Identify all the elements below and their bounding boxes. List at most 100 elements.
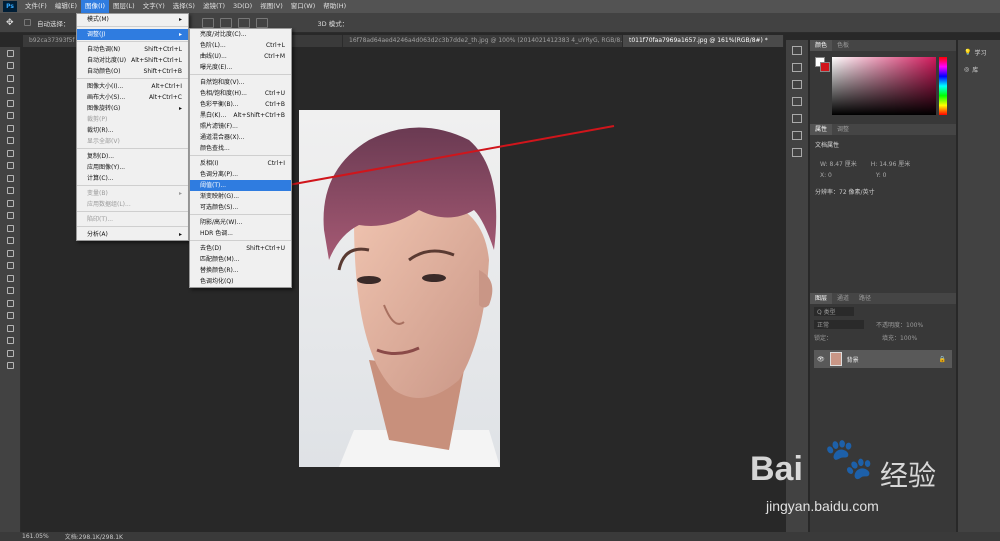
width-value[interactable]: W: 8.47 厘米 (820, 159, 857, 168)
paw-logo-icon: 🐾 (824, 436, 874, 482)
menu-item[interactable]: 调整(J) ▸ (77, 29, 188, 40)
menu-item[interactable]: 模式(M) ▸ (77, 14, 188, 25)
menu-item[interactable]: 自然饱和度(V)... (190, 77, 291, 88)
tab-swatches[interactable]: 色板 (832, 40, 854, 51)
menu-item[interactable]: 应用图像(Y)... (77, 162, 188, 173)
menu-item-shortcut: Shift+Ctrl+L (144, 46, 182, 53)
menu-item[interactable]: 反相(I) Ctrl+I (190, 158, 291, 169)
menu-item[interactable]: 应用数据组(L)... (77, 199, 188, 210)
menu-item-label: 显示全部(V) (87, 138, 120, 145)
menu-item-label: 去色(D) (200, 245, 222, 252)
menu-item-label: 变量(B) (87, 190, 108, 197)
layers-tabs: 图层 通道 路径 (810, 293, 956, 304)
menu-item[interactable]: 色彩平衡(B)... Ctrl+B (190, 99, 291, 110)
lock-label: 锁定： (814, 335, 833, 342)
menu-item[interactable]: 匹配颜色(M)... (190, 254, 291, 265)
menu-item-label: 陷印(T)... (87, 216, 114, 223)
menu-item[interactable]: 阈值(T)... (190, 180, 291, 191)
eye-icon[interactable]: 👁 (817, 356, 825, 363)
tab-color[interactable]: 颜色 (810, 40, 833, 51)
menu-item-label: 自动色调(N) (87, 46, 121, 53)
menu-item[interactable]: 色调均化(Q) (190, 276, 291, 287)
menu-item[interactable]: 自动色调(N) Shift+Ctrl+L (77, 44, 188, 55)
menu-item[interactable]: 黑白(K)... Alt+Shift+Ctrl+B (190, 110, 291, 121)
tab-paths[interactable]: 路径 (854, 293, 876, 304)
menu-item[interactable]: 变量(B) ▸ (77, 188, 188, 199)
menu-item[interactable]: 曲线(U)... Ctrl+M (190, 51, 291, 62)
menu-item[interactable]: 自动对比度(U) Alt+Shift+Ctrl+L (77, 55, 188, 66)
background-swatch[interactable] (820, 62, 830, 72)
menu-item[interactable]: 复制(D)... (77, 151, 188, 162)
history-icon[interactable] (792, 46, 802, 55)
menu-item[interactable]: 替换颜色(R)... (190, 265, 291, 276)
tab-properties[interactable]: 属性 (810, 124, 833, 135)
menu-item[interactable]: 颜色查找... (190, 143, 291, 154)
menu-item[interactable]: 渐变映射(G)... (190, 191, 291, 202)
color-panel (810, 51, 956, 122)
menu-item-label: HDR 色调... (200, 230, 233, 237)
menu-item[interactable]: 可选颜色(S)... (190, 202, 291, 213)
menu-item[interactable]: 计算(C)... (77, 173, 188, 184)
menu-item-label: 可选颜色(S)... (200, 204, 239, 211)
menu-item[interactable]: 裁剪(P) (77, 114, 188, 125)
menu-item[interactable]: 亮度/对比度(C)... (190, 29, 291, 40)
layer-row-background[interactable]: 👁 背景 🔒 (814, 350, 952, 368)
menu-item[interactable]: 阴影/高光(W)... (190, 217, 291, 228)
menu-item-label: 匹配颜色(M)... (200, 256, 240, 263)
baidu-watermark: Bai 🐾 经验 jingyan.baidu.com (740, 430, 1000, 530)
tab-layers[interactable]: 图层 (810, 293, 833, 304)
watermark-url: jingyan.baidu.com (766, 498, 879, 514)
menu-item-label: 自动对比度(U) (87, 57, 127, 64)
menu-item-label: 色彩平衡(B)... (200, 101, 239, 108)
opacity-field[interactable]: 不透明度：100% (876, 320, 923, 329)
menu-item[interactable]: 分析(A) ▸ (77, 229, 188, 240)
play-icon[interactable] (792, 63, 802, 72)
libraries-item[interactable]: ◎ 库 (964, 65, 1000, 74)
menu-item[interactable]: 裁切(R)... (77, 125, 188, 136)
zoom-level[interactable]: 161.05% (22, 533, 49, 540)
hue-slider[interactable] (939, 57, 947, 115)
menu-item[interactable]: 去色(D) Shift+Ctrl+U (190, 243, 291, 254)
menu-item[interactable]: 色阶(L)... Ctrl+L (190, 40, 291, 51)
menu-item-shortcut: Alt+Ctrl+C (148, 94, 182, 101)
learn-item[interactable]: 💡 学习 (964, 48, 1000, 57)
menu-item-shortcut: Shift+Ctrl+U (246, 245, 285, 252)
tab-channels[interactable]: 通道 (832, 293, 854, 304)
menu-item[interactable]: 通道混合器(X)... (190, 132, 291, 143)
menu-item[interactable]: 陷印(T)... (77, 214, 188, 225)
libraries-icon: ◎ (964, 66, 970, 73)
menu-item[interactable]: 色调分离(P)... (190, 169, 291, 180)
tool-presets-icon[interactable] (792, 80, 802, 89)
x-value[interactable]: X: 0 (820, 172, 832, 179)
menu-item[interactable]: 色相/饱和度(H)... Ctrl+U (190, 88, 291, 99)
tab-adjustments[interactable]: 调整 (832, 124, 854, 135)
menu-item[interactable]: HDR 色调... (190, 228, 291, 239)
info-icon[interactable] (792, 97, 802, 106)
menu-item[interactable]: 画布大小(S)... Alt+Ctrl+C (77, 92, 188, 103)
doc-props-title: 文档属性 (815, 142, 840, 149)
menu-item-label: 画布大小(S)... (87, 94, 126, 101)
menu-item[interactable]: 显示全部(V) (77, 136, 188, 147)
color-panel-tabs: 颜色 色板 (810, 40, 956, 51)
properties-icon[interactable] (792, 114, 802, 123)
color-field[interactable] (832, 57, 936, 115)
submenu-arrow-icon: ▸ (178, 105, 182, 112)
menu-item[interactable]: 自动颜色(O) Shift+Ctrl+B (77, 66, 188, 77)
menu-item[interactable]: 图像大小(I)... Alt+Ctrl+I (77, 81, 188, 92)
menu-item[interactable]: 照片滤镜(F)... (190, 121, 291, 132)
properties-tabs: 属性 调整 (810, 124, 956, 135)
blend-mode-select[interactable]: 正常 (814, 320, 864, 329)
3d-icon[interactable] (792, 148, 802, 157)
brush-icon[interactable] (792, 131, 802, 140)
menu-item[interactable]: 曝光度(E)... (190, 62, 291, 73)
fill-field[interactable]: 填充：100% (882, 333, 917, 342)
menu-item-label: 色阶(L)... (200, 42, 226, 49)
height-value[interactable]: H: 14.96 厘米 (871, 159, 911, 168)
menu-item-shortcut: Ctrl+U (264, 90, 285, 97)
menu-item-label: 计算(C)... (87, 175, 114, 182)
menu-item[interactable]: 图像旋转(G) ▸ (77, 103, 188, 114)
watermark-brand2: 经验 (880, 459, 937, 492)
y-value[interactable]: Y: 0 (876, 172, 887, 179)
menu-item-shortcut: Shift+Ctrl+B (143, 68, 182, 75)
layer-filter-select[interactable]: Q 类型 (814, 307, 854, 316)
